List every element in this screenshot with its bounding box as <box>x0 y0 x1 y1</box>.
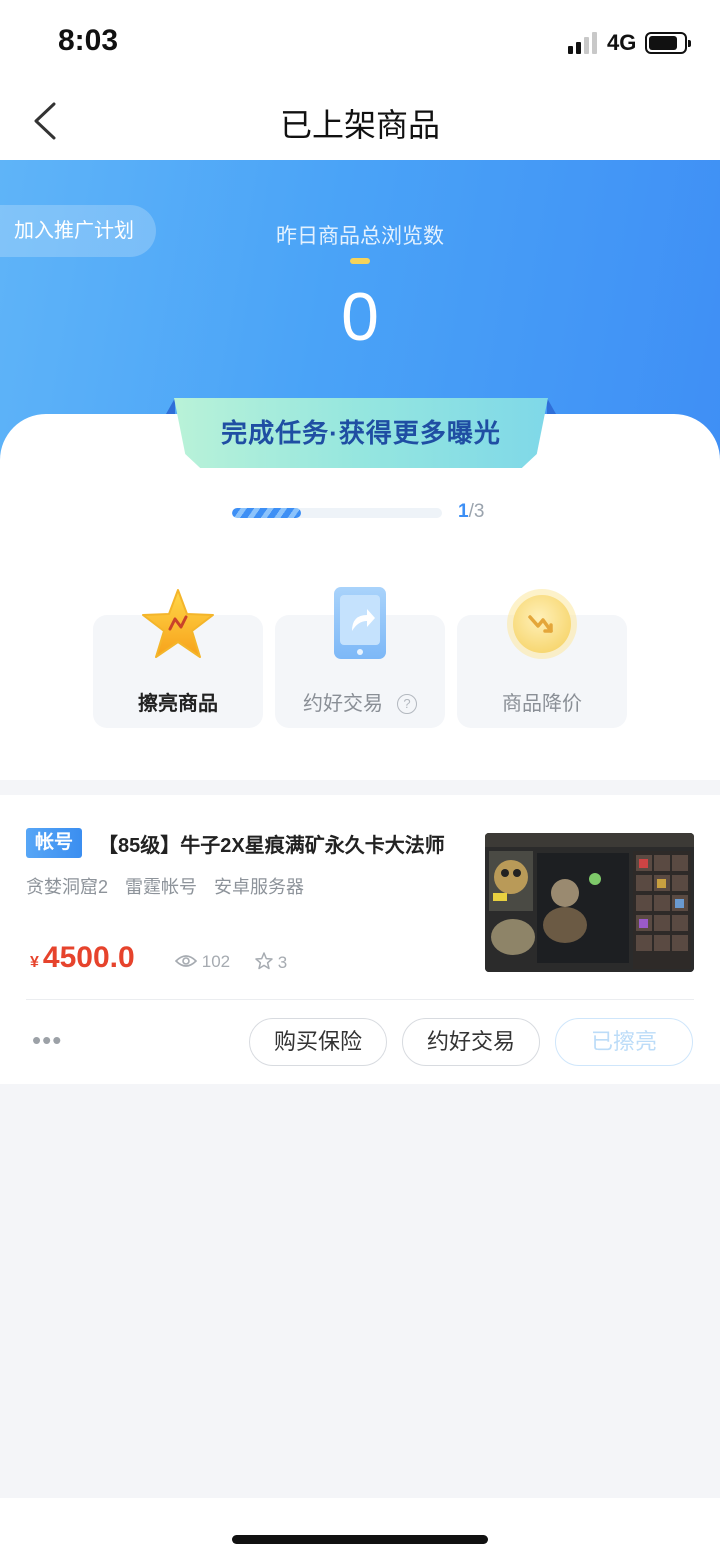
tag-account-type: 雷霆帐号 <box>125 877 198 897</box>
home-indicator[interactable] <box>232 1535 488 1544</box>
help-icon[interactable]: ? <box>397 694 417 714</box>
views-stat: 102 <box>174 952 231 972</box>
signal-icon <box>568 32 597 54</box>
status-bar: 8:03 4G <box>0 0 720 82</box>
favorites-count: 3 <box>277 953 288 972</box>
listing-card[interactable]: 帐号 【85级】牛子2X星痕满矿永久卡大法师 贪婪洞窟2 雷霆帐号 安卓服务器 … <box>0 795 720 1084</box>
star-icon <box>142 589 214 658</box>
views-count: 102 <box>201 952 231 971</box>
buy-insurance-button[interactable]: 购买保险 <box>249 1018 387 1066</box>
banner-ear-left <box>166 398 175 414</box>
polished-button[interactable]: 已擦亮 <box>555 1018 693 1066</box>
network-type: 4G <box>607 30 637 55</box>
task-progress-bar <box>232 508 442 518</box>
nav-bar: 已上架商品 <box>0 82 720 160</box>
star-outline-icon <box>255 952 273 970</box>
progress-total: /3 <box>468 501 485 522</box>
task-price-drop-item[interactable]: 商品降价 <box>457 589 627 728</box>
task-banner: 完成任务·获得更多曝光 <box>166 398 556 470</box>
more-options-icon[interactable]: ••• <box>32 1027 62 1053</box>
task-appointment-item[interactable]: 约好交易? <box>275 587 445 728</box>
task-appointment-label: 约好交易? <box>275 687 445 716</box>
tag-game: 贪婪洞窟2 <box>26 877 109 897</box>
views-value: 0 <box>341 279 379 355</box>
battery-icon <box>645 32 691 54</box>
task-price-drop-label: 商品降价 <box>502 693 582 715</box>
eye-icon <box>174 955 198 967</box>
currency-symbol: ¥ <box>30 954 39 971</box>
listing-thumbnail[interactable] <box>485 833 694 972</box>
listing-divider <box>26 999 694 1000</box>
game-screenshot-image <box>485 833 694 972</box>
appointment-trade-button[interactable]: 约好交易 <box>402 1018 540 1066</box>
listing-tags: 贪婪洞窟2 雷霆帐号 安卓服务器 <box>26 873 316 899</box>
price-value: 4500.0 <box>42 941 135 974</box>
status-time: 8:03 <box>58 24 119 57</box>
highlight-dash <box>350 258 370 264</box>
progress-current: 1 <box>458 501 469 522</box>
tag-server: 安卓服务器 <box>214 877 305 897</box>
views-label: 昨日商品总浏览数 <box>276 225 444 248</box>
account-badge: 帐号 <box>26 828 82 858</box>
page-title: 已上架商品 <box>279 107 440 143</box>
listing-title[interactable]: 【85级】牛子2X星痕满矿永久卡大法师 <box>98 829 468 858</box>
listing-price: ¥4500.0 <box>30 941 135 975</box>
task-polish-item[interactable]: 擦亮商品 <box>93 589 263 728</box>
price-down-coin-icon <box>507 589 577 659</box>
task-polish-label: 擦亮商品 <box>138 693 218 715</box>
phone-share-icon <box>334 587 386 659</box>
task-banner-text: 完成任务·获得更多曝光 <box>174 398 548 468</box>
home-indicator-area <box>0 1498 720 1558</box>
task-progress-text: 1/3 <box>458 501 484 523</box>
task-progress-fill <box>232 508 302 518</box>
banner-ear-right <box>547 398 556 414</box>
favorites-stat: 3 <box>255 952 287 973</box>
